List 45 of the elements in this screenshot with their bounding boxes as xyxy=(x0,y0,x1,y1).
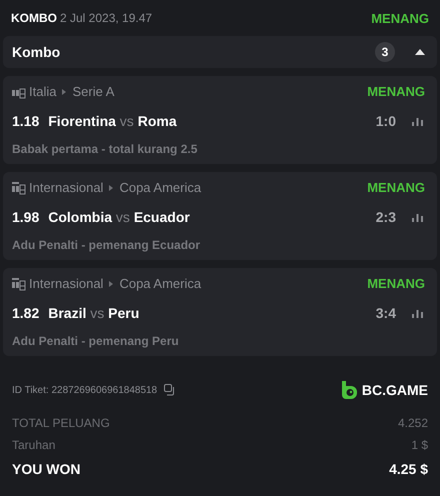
odds: 1.18 xyxy=(12,112,40,128)
odds: 1.98 xyxy=(12,208,40,224)
match-name: Brazil vs Peru xyxy=(48,304,140,320)
country-name: Italia xyxy=(29,84,56,99)
copy-icon[interactable] xyxy=(164,384,176,396)
brand-logo-icon xyxy=(340,381,357,399)
score: 3:4 xyxy=(376,304,396,320)
league-name: Copa America xyxy=(119,276,202,291)
total-label: Taruhan xyxy=(12,438,56,452)
odds: 1.82 xyxy=(12,304,40,320)
brand-name: BC.GAME xyxy=(362,382,428,398)
result-status: MENANG xyxy=(367,84,425,99)
country-name: Internasional xyxy=(29,180,104,195)
match-name: Fiorentina vs Roma xyxy=(48,112,177,128)
match-name: Colombia vs Ecuador xyxy=(48,208,190,224)
stats-icon xyxy=(412,308,423,318)
group-title: Kombo xyxy=(12,44,60,60)
total-label: TOTAL PELUANG xyxy=(12,416,110,430)
result-status: MENANG xyxy=(367,276,425,291)
score: 1:0 xyxy=(376,112,396,128)
stats-icon xyxy=(412,212,423,222)
league-name: Copa America xyxy=(119,180,202,195)
group-bar[interactable]: Kombo 3 xyxy=(3,36,437,68)
ticket-id: ID Tiket: 2287269606961848518 xyxy=(12,384,158,396)
league-logo-icon xyxy=(12,180,26,194)
market-text: Adu Penalti - pemenang Peru xyxy=(12,334,180,348)
total-value: 4.252 xyxy=(398,416,428,430)
total-label: YOU WON xyxy=(12,461,80,477)
chevron-icon xyxy=(109,184,114,190)
total-value: 1 $ xyxy=(411,438,428,452)
bet-type: KOMBO xyxy=(11,11,57,25)
total-value: 4.25 $ xyxy=(389,461,428,477)
score: 2:3 xyxy=(376,208,396,224)
stats-icon xyxy=(412,116,423,126)
result-status: MENANG xyxy=(367,180,425,195)
chevron-icon xyxy=(109,280,114,286)
count-badge: 3 xyxy=(375,42,395,62)
market-text: Adu Penalti - pemenang Ecuador xyxy=(12,238,202,252)
market-text: Babak pertama - total kurang 2.5 xyxy=(12,142,198,156)
chevron-icon xyxy=(62,88,66,94)
league-logo-icon xyxy=(12,276,26,290)
bet-date: 2 Jul 2023, 19.47 xyxy=(60,11,152,25)
result-status: MENANG xyxy=(371,10,429,26)
country-name: Internasional xyxy=(29,276,104,291)
league-name: Serie A xyxy=(72,84,114,99)
